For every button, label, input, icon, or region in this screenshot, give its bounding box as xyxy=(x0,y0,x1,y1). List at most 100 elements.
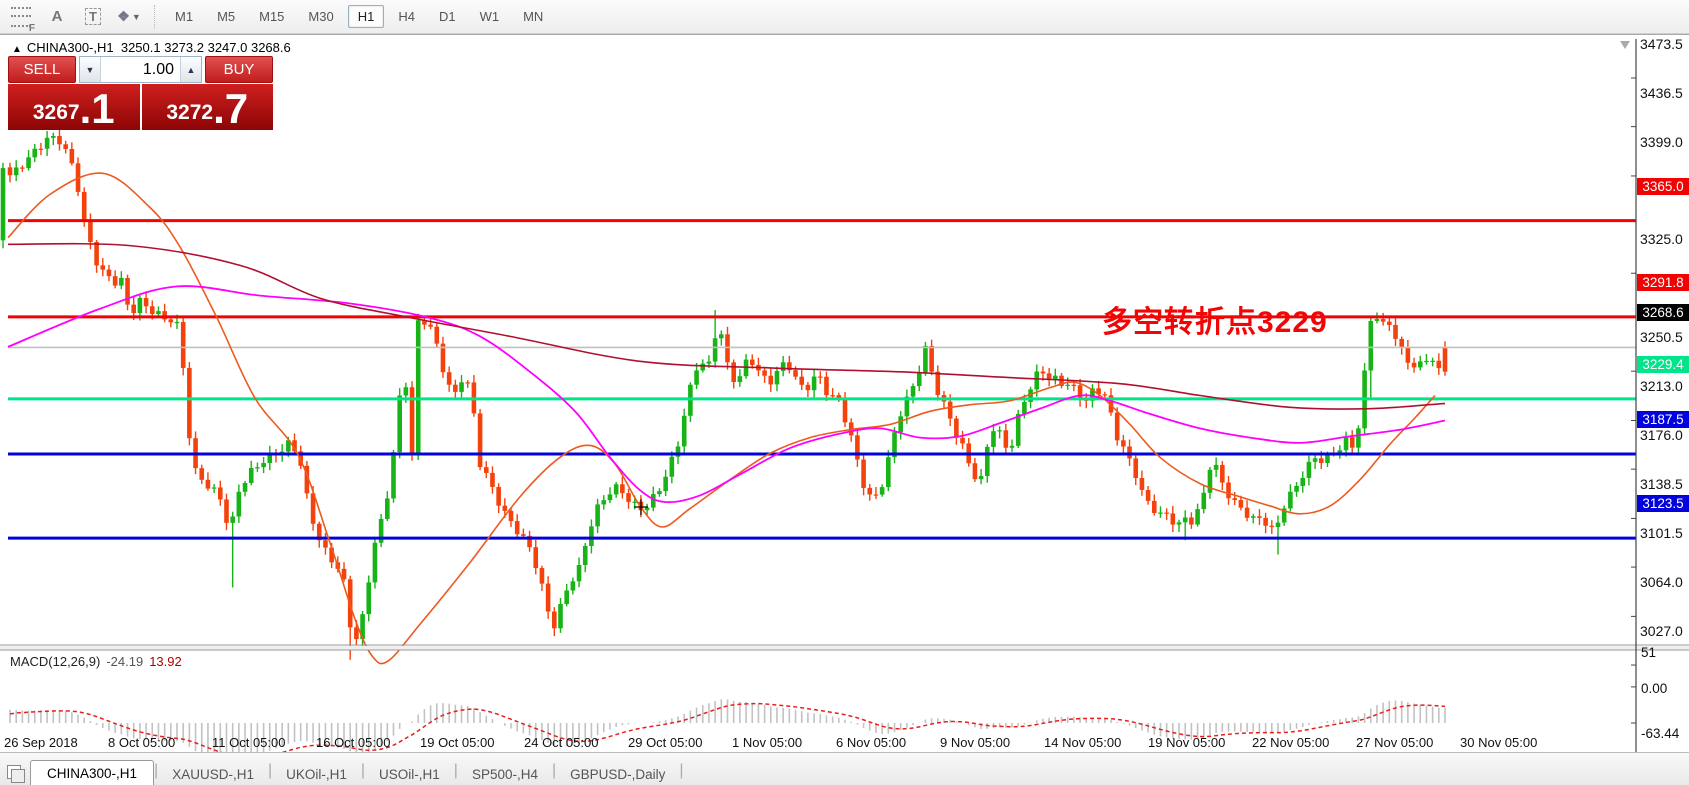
ask-price-box[interactable]: 3272.7 xyxy=(141,84,273,132)
fibonacci-tool-icon[interactable] xyxy=(6,4,36,34)
timeframe-button-m15[interactable]: M15 xyxy=(249,5,294,28)
window-list-icon[interactable] xyxy=(4,762,26,783)
symbol-marker-icon: ▲ xyxy=(12,44,22,55)
candle-body xyxy=(230,516,235,523)
candle-body xyxy=(972,463,978,480)
panel-separator-bar[interactable] xyxy=(0,646,1689,650)
candle-body xyxy=(1189,517,1194,525)
candle-body xyxy=(459,382,464,392)
arrows-tool-icon[interactable]: ❖ ▼ xyxy=(114,4,144,30)
price-tick-label: 3176.0 xyxy=(1640,427,1683,444)
volume-stepper: ▼ ▲ xyxy=(79,56,202,83)
timeframe-button-mn[interactable]: MN xyxy=(513,5,553,28)
chart-title: ▲ CHINA300-,H1 3250.1 3273.2 3247.0 3268.… xyxy=(12,40,291,55)
tab-gbpusd-daily[interactable]: GBPUSD-,Daily xyxy=(556,763,679,785)
candle-body xyxy=(1009,445,1015,448)
text-label-tool-icon[interactable]: A xyxy=(42,4,72,30)
candle-body xyxy=(205,479,211,489)
tab-ukoil-h1[interactable]: UKOil-,H1 xyxy=(272,763,361,785)
price-tick-label: 3436.5 xyxy=(1640,84,1683,101)
candle-body xyxy=(1269,525,1275,528)
timeframe-button-m1[interactable]: M1 xyxy=(165,5,203,28)
volume-decrease-button[interactable]: ▼ xyxy=(80,57,101,82)
candle-body xyxy=(811,376,817,391)
candle-body xyxy=(663,476,668,492)
timeframe-button-m5[interactable]: M5 xyxy=(207,5,245,28)
tab-usoil-h1[interactable]: USOil-,H1 xyxy=(365,763,454,785)
candle-body xyxy=(428,324,433,327)
volume-input[interactable] xyxy=(101,57,180,82)
candle-body xyxy=(712,338,718,362)
time-tick-label: 8 Oct 05:00 xyxy=(108,735,176,750)
candle-body xyxy=(842,399,848,423)
candle-body xyxy=(824,376,829,396)
tab-china300-h1[interactable]: CHINA300-,H1 xyxy=(30,760,155,785)
candle-body xyxy=(1232,498,1237,501)
candle-body xyxy=(38,148,44,150)
candle-body xyxy=(465,382,471,384)
buy-button[interactable]: BUY xyxy=(205,56,273,83)
candle-body xyxy=(1065,384,1070,386)
candle-body xyxy=(1114,412,1120,441)
bid-price-big: .1 xyxy=(79,85,115,132)
candle-body xyxy=(570,581,576,591)
candle-body xyxy=(1003,430,1009,448)
chart-canvas[interactable] xyxy=(0,35,1689,752)
scroll-marker-icon[interactable] xyxy=(1620,41,1630,49)
candle-body xyxy=(1436,360,1442,369)
candle-body xyxy=(644,507,650,511)
tab-xauusd-h1[interactable]: XAUUSD-,H1 xyxy=(158,763,268,785)
candle-body xyxy=(978,476,984,480)
timeframe-buttons: M1 M5 M15 M30 H1 H4 D1 W1 MN xyxy=(163,5,555,28)
candle-body xyxy=(1238,500,1244,508)
candle-body xyxy=(650,494,656,508)
time-tick-label: 29 Oct 05:00 xyxy=(628,735,703,750)
app-window: A T ❖▼ M1M5M15M30H1H4D1W1MN ▲ CHINA300-,H… xyxy=(0,0,1689,785)
chevron-down-icon: ▼ xyxy=(131,11,141,22)
chart-window: ▲ CHINA300-,H1 3250.1 3273.2 3247.0 3268.… xyxy=(0,34,1689,752)
timeframe-button-h4[interactable]: H4 xyxy=(388,5,425,28)
candle-body xyxy=(1343,437,1349,451)
price-level-badge-3291.8: 3291.8 xyxy=(1637,273,1689,291)
text-tool-icon[interactable]: T xyxy=(78,4,108,30)
candle-body xyxy=(700,363,706,371)
candle-body xyxy=(886,457,891,488)
chart-annotation-text: 多空转折点3229 xyxy=(1102,306,1328,339)
candle-body xyxy=(248,468,254,483)
bid-price-box[interactable]: 3267.1 xyxy=(8,84,140,130)
candle-body xyxy=(1182,517,1188,523)
price-level-badge-3123.5: 3123.5 xyxy=(1637,495,1689,513)
candle-body xyxy=(749,359,755,365)
candle-body xyxy=(929,345,934,372)
candle-body xyxy=(855,435,860,460)
sell-button[interactable]: SELL xyxy=(8,56,76,83)
candle-body xyxy=(13,167,19,176)
price-tick-label: 3250.5 xyxy=(1640,329,1683,346)
timeframe-button-w1[interactable]: W1 xyxy=(470,5,510,28)
candle-body xyxy=(997,430,1002,432)
candle-body xyxy=(508,510,514,522)
candle-body xyxy=(218,487,223,500)
toolbar-separator xyxy=(154,4,156,29)
candle-body xyxy=(731,362,736,383)
ask-price-big: .7 xyxy=(213,85,249,132)
time-tick-label: 24 Oct 05:00 xyxy=(524,735,599,750)
candle-body xyxy=(81,191,87,221)
time-tick-label: 19 Nov 05:00 xyxy=(1148,735,1226,750)
candle-body xyxy=(100,265,106,270)
timeframe-button-h1[interactable]: H1 xyxy=(347,5,385,28)
tab-sp500-h4[interactable]: SP500-,H4 xyxy=(458,763,552,785)
candle-body xyxy=(211,487,217,489)
candle-body xyxy=(255,467,260,469)
candle-body xyxy=(385,498,390,519)
candle-body xyxy=(1374,319,1380,321)
one-click-trading-panel: SELL ▼ ▲ BUY 3267.1 3272.7 xyxy=(8,56,273,130)
timeframe-button-m30[interactable]: M30 xyxy=(298,5,343,28)
candle-body xyxy=(1356,428,1361,448)
candle-body xyxy=(521,534,526,536)
candle-body xyxy=(143,298,149,307)
candle-body xyxy=(552,611,557,629)
volume-increase-button[interactable]: ▲ xyxy=(180,57,201,82)
timeframe-button-d1[interactable]: D1 xyxy=(429,5,466,28)
candle-body xyxy=(1207,469,1213,493)
